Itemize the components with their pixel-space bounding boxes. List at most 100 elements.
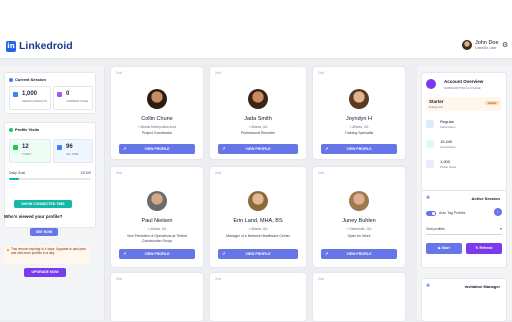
right-sidebar: Account Overview SUBSCRIPTION & USAGE St… [417,66,512,322]
item-label: Profile Views [440,165,457,169]
profile-photo[interactable] [349,191,369,211]
profile-name[interactable]: Joyndyn H [313,116,405,122]
gear-icon[interactable]: ⚙ [502,42,510,50]
user-subtitle: LinkedIn User [475,46,497,50]
refresh-icon: ↻ [475,246,479,250]
show-connected-label: SHOW CONNECTED TIME [21,202,65,206]
page-icon [57,92,62,97]
item-value: 1,900 [440,159,451,164]
profile-headline: Professional Recruiter [240,131,276,135]
chart-icon [57,145,62,150]
invitation-manager-panel: ✚ Invitation Manager [421,278,507,322]
daily-goal-label: Daily Goal [9,171,26,175]
profile-card: 2nd Jada Smith ⌖ Atlanta, GA Professional R… [209,66,307,160]
stat-label: All Time [66,152,79,156]
profile-location: ⌖ Atlanta, GA [313,125,405,129]
connection-degree: 2nd [116,171,122,175]
plan-sub: 8 days left [429,105,443,109]
user-menu[interactable]: John Doe LinkedIn User [462,40,499,50]
stat-current-page: 0 Current Page [53,86,93,110]
stat-value: 96 [66,144,73,150]
location-text: Atlanta, GA [150,227,167,231]
active-session-title: Active Session [471,196,500,201]
refresh-button[interactable]: ↻ Refresh [466,243,502,254]
profile-headline: Manager of a Network Healthcare Center [226,234,290,238]
view-profile-button[interactable]: ↗ VIEW PROFILE [321,144,397,154]
account-icon [426,79,436,89]
location-text: Gainesville, GA [349,227,372,231]
stat-value: 1,000 [22,91,38,97]
auto-tag-label: Auto Tag Profiles [439,211,466,215]
view-profile-button[interactable]: ↗ VIEW PROFILE [218,249,298,259]
profile-photo[interactable] [248,89,268,109]
profile-photo[interactable] [147,89,167,109]
overview-item-views: 1,900 Profile Views [426,157,502,173]
stat-label: Search Results [22,99,48,103]
stat-value: 0 [66,91,70,97]
item-icon [426,160,434,168]
profile-name[interactable]: Paul Nielsen [111,218,203,224]
item-icon [426,120,434,128]
show-connected-button[interactable]: SHOW CONNECTED TIME [14,200,72,208]
profile-name[interactable]: Erin Land, MHA, BS [210,218,306,224]
view-profile-button[interactable]: ↗ VIEW PROFILE [119,249,195,259]
stat-search-results: 1,000 Search Results [9,86,51,110]
connection-degree: 2nd [116,277,122,281]
trial-notice: ▲ Trial version expiring in X days. Upgr… [4,246,90,264]
session-icon [9,77,13,82]
start-label: Start [441,246,450,250]
profile-card: 2nd Paul Nielsen ⌖ Atlanta, GA Vice Preside… [110,166,204,268]
play-icon: ▶ [438,246,441,250]
account-overview-panel: Account Overview SUBSCRIPTION & USAGE St… [421,72,507,192]
external-link-icon: ↗ [123,146,127,151]
item-label: Subscription [440,125,456,129]
visits-icon [9,127,13,132]
profile-headline: Open for Work [347,234,371,238]
daily-goal-progress [9,178,91,180]
profile-name[interactable]: Collin Chune [111,116,203,122]
warning-icon: ▲ [6,247,10,252]
account-overview-title: Account Overview [444,79,484,84]
profile-name[interactable]: Juney Buhlen [313,218,405,224]
profile-card: 2nd [312,272,406,322]
connection-degree: 2nd [318,277,324,281]
view-profile-button[interactable]: ↗ VIEW PROFILE [119,144,195,154]
stat-value: 12 [22,144,29,150]
progress-fill [9,178,19,180]
view-profile-label: VIEW PROFILE [144,147,170,151]
upgrade-button[interactable]: UPGRADE NOW [24,268,66,277]
view-profile-button[interactable]: ↗ VIEW PROFILE [321,249,397,259]
auto-tag-toggle[interactable] [426,211,436,216]
upgrade-label: UPGRADE NOW [31,270,59,274]
location-text: Atlanta, GA [352,125,369,129]
location-text: Atlanta, GA [251,227,268,231]
stat-all-time: 96 All Time [53,139,93,163]
search-icon [13,92,18,97]
profile-photo[interactable] [349,89,369,109]
profile-photo[interactable] [248,191,268,211]
view-profile-button[interactable]: ↗ VIEW PROFILE [218,144,298,154]
external-link-icon: ↗ [123,251,127,256]
top-bar: in Linkedroid John Doe LinkedIn User ⚙ [0,0,512,59]
profile-card: 2nd Erin Land, MHA, BS ⌖ Atlanta, GA Manage… [209,166,307,268]
location-text: Atlanta Metropolitan Area [140,125,177,129]
info-icon[interactable]: i [494,208,502,216]
current-session-title: Current Session [15,77,46,82]
view-profile-label: VIEW PROFILE [144,252,170,256]
active-session-panel: ✚ Active Session Auto Tag Profiles i Vis… [421,190,507,268]
app-logo[interactable]: in Linkedroid [6,40,73,52]
trial-text: Trial version expiring in X days. Upgrad… [11,247,86,256]
start-button[interactable]: ▶ Start [426,243,462,254]
external-link-icon: ↗ [222,251,226,256]
see-now-label: SEE NOW [35,230,53,234]
profile-location: ⌖ Atlanta, GA [210,227,306,231]
profile-location: ⌖ Gainesville, GA [313,227,405,231]
external-link-icon: ↗ [325,146,329,151]
profile-name[interactable]: Jada Smith [210,116,306,122]
profile-photo[interactable] [147,191,167,211]
see-now-button[interactable]: SEE NOW [30,228,58,236]
profile-card: 2nd Collin Chune ⌖ Atlanta Metropolitan Ar… [110,66,204,160]
view-profile-label: VIEW PROFILE [346,147,372,151]
toggle-knob [432,212,435,215]
action-select[interactable]: Visit profiles ▾ [426,225,502,235]
